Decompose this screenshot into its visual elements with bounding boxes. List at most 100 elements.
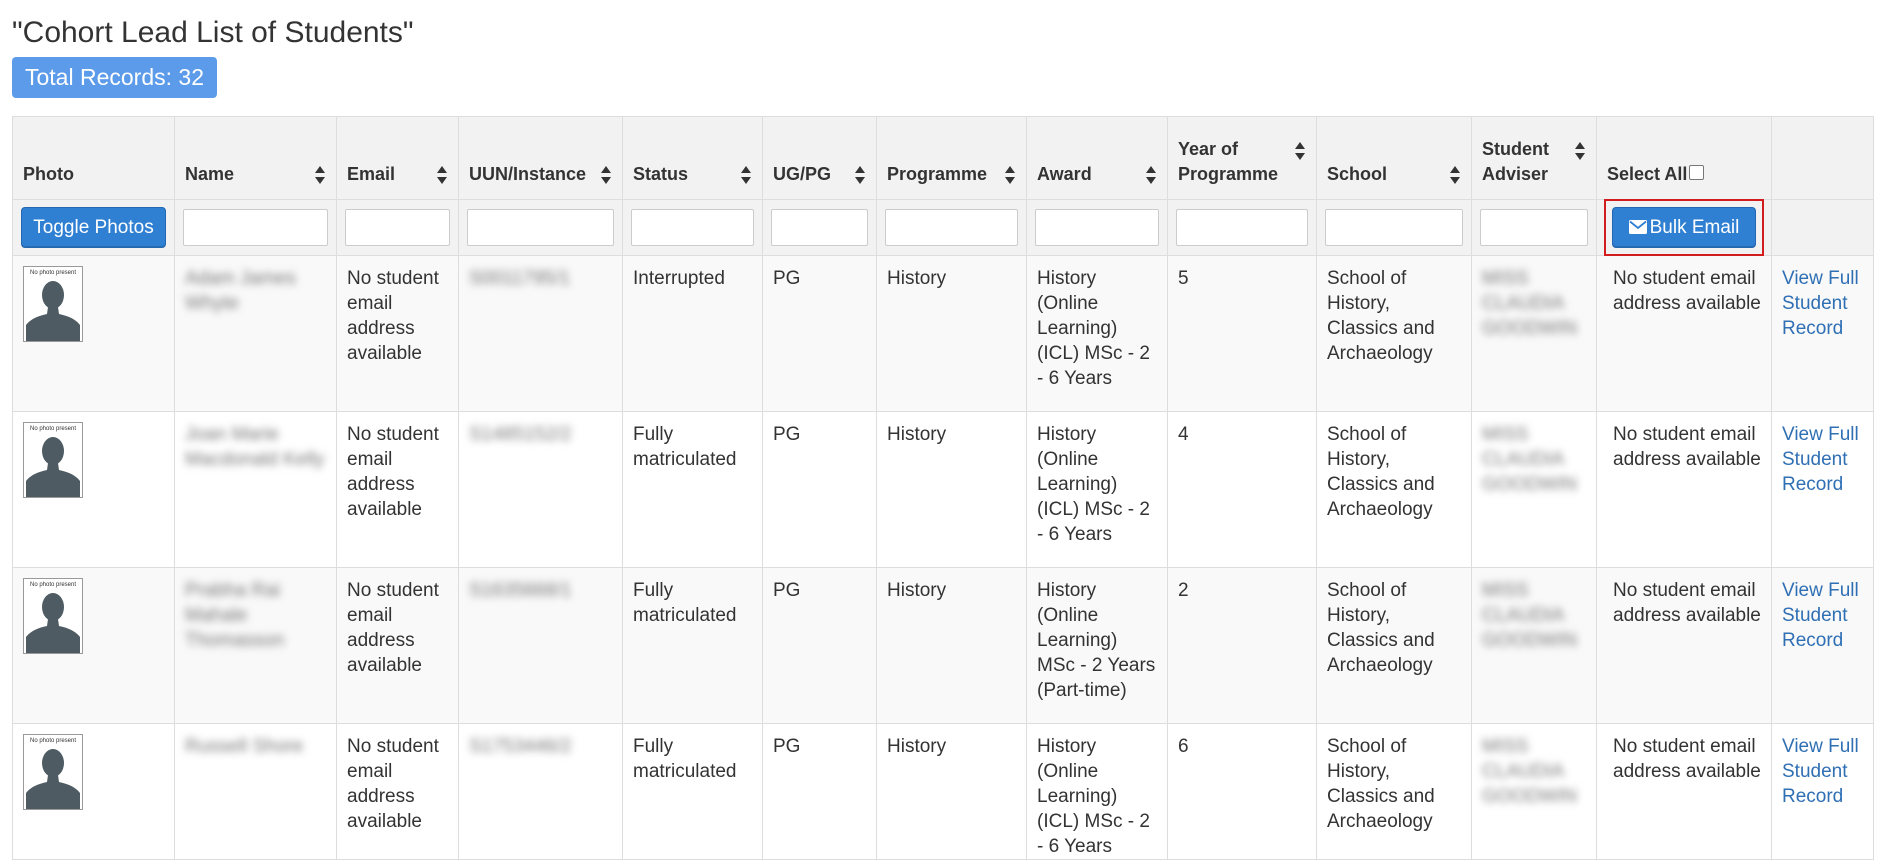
view-record-link[interactable]: View Full Student Record [1782, 580, 1859, 651]
student-photo[interactable]: No photo present [23, 422, 83, 498]
filter-cell [762, 199, 877, 256]
school-cell: School of History, Classics and Archaeol… [1316, 411, 1472, 568]
student-photo[interactable]: No photo present [23, 578, 83, 654]
sort-icon[interactable] [1145, 165, 1157, 185]
school-cell: School of History, Classics and Archaeol… [1316, 567, 1472, 724]
email-text: No student email address available [347, 580, 439, 676]
col-header-select-all: Select All [1596, 116, 1772, 200]
status-cell: Fully matriculated [622, 567, 763, 724]
uun-text: S0011795/1 [469, 268, 571, 289]
year-text: 6 [1178, 736, 1189, 757]
col-header-ugpg[interactable]: UG/PG [762, 116, 877, 200]
award-cell: History (Online Learning)(ICL) MSc - 2 -… [1026, 411, 1168, 568]
view-record-link[interactable]: View Full Student Record [1782, 736, 1859, 807]
student-name: Joan Marie Macdonald Kelly [185, 424, 325, 470]
col-header-uun[interactable]: UUN/Instance [458, 116, 623, 200]
ugpg-text: PG [773, 736, 801, 757]
programme-filter-input[interactable] [885, 209, 1018, 246]
student-photo[interactable]: No photo present [23, 266, 83, 342]
bulk-email-button[interactable]: Bulk Email [1611, 207, 1757, 248]
col-header-programme[interactable]: Programme [876, 116, 1027, 200]
sort-icon[interactable] [740, 165, 752, 185]
award-cell: History (Online Learning)(ICL) MSc - 2 -… [1026, 723, 1168, 860]
email-filter-input[interactable] [345, 209, 450, 246]
ugpg-filter-input[interactable] [771, 209, 868, 246]
email-status-text: No student email address available [1613, 736, 1761, 782]
toggle-photos-cell: Toggle Photos [12, 199, 175, 256]
ugpg-cell: PG [762, 411, 877, 568]
col-header-name[interactable]: Name [174, 116, 337, 200]
uun-cell: S1753446/2 [458, 723, 623, 860]
bulk-email-label: Bulk Email [1649, 216, 1740, 238]
sort-icon[interactable] [314, 165, 326, 185]
school-cell: School of History, Classics and Archaeol… [1316, 723, 1472, 860]
uun-filter-input[interactable] [467, 209, 614, 246]
filter-row: Toggle Photos Bulk Email [12, 199, 1874, 256]
status-filter-input[interactable] [631, 209, 754, 246]
email-text: No student email address available [347, 736, 439, 832]
sort-icon[interactable] [1449, 165, 1461, 185]
toggle-photos-button[interactable]: Toggle Photos [21, 207, 166, 248]
uun-text: S1635668/1 [469, 580, 572, 601]
award-cell: History (Online Learning) MSc - 2 Years … [1026, 567, 1168, 724]
view-record-link[interactable]: View Full Student Record [1782, 424, 1859, 495]
year-text: 5 [1178, 268, 1189, 289]
avatar-placeholder-icon: No photo present [26, 270, 80, 341]
award-text: History (Online Learning)(ICL) MSc - 2 -… [1037, 268, 1150, 389]
photo-cell: No photo present [12, 255, 175, 412]
email-text: No student email address available [347, 424, 439, 520]
sort-icon[interactable] [436, 165, 448, 185]
school-cell: School of History, Classics and Archaeol… [1316, 255, 1472, 412]
photo-cell: No photo present [12, 411, 175, 568]
name-cell: Joan Marie Macdonald Kelly [174, 411, 337, 568]
year-text: 2 [1178, 580, 1189, 601]
school-text: School of History, Classics and Archaeol… [1327, 736, 1435, 832]
col-header-adviser[interactable]: Student Adviser [1471, 116, 1597, 200]
name-cell: Russell Shore [174, 723, 337, 860]
header-label: Select All [1607, 164, 1688, 184]
sort-icon[interactable] [1294, 141, 1306, 161]
sort-icon[interactable] [1574, 141, 1586, 161]
record-link-cell: View Full Student Record [1771, 567, 1874, 724]
school-filter-input[interactable] [1325, 209, 1463, 246]
email-cell: No student email address available [336, 411, 459, 568]
name-cell: Prabha Rai Mahale Thomasson [174, 567, 337, 724]
email-status-text: No student email address available [1613, 424, 1761, 470]
col-header-award[interactable]: Award [1026, 116, 1168, 200]
sort-icon[interactable] [854, 165, 866, 185]
year-filter-input[interactable] [1176, 209, 1308, 246]
no-photo-label: No photo present [30, 738, 76, 744]
adviser-text: MISS CLAUDIA GOODWIN [1482, 580, 1577, 651]
year-cell: 6 [1167, 723, 1317, 860]
filter-cell [458, 199, 623, 256]
name-filter-input[interactable] [183, 209, 328, 246]
col-header-school[interactable]: School [1316, 116, 1472, 200]
col-header-year[interactable]: Year of Programme [1167, 116, 1317, 200]
year-cell: 4 [1167, 411, 1317, 568]
student-name: Prabha Rai Mahale Thomasson [185, 580, 285, 651]
table-row: No photo present Prabha Rai Mahale Thoma… [12, 567, 1874, 724]
sort-icon[interactable] [600, 165, 612, 185]
filter-cell [1026, 199, 1168, 256]
uun-text: S1485152/2 [469, 424, 572, 445]
student-name: Russell Shore [185, 736, 304, 757]
adviser-text: MISS CLAUDIA GOODWIN [1482, 268, 1577, 339]
year-cell: 5 [1167, 255, 1317, 412]
col-header-status[interactable]: Status [622, 116, 763, 200]
email-status-text: No student email address available [1613, 580, 1761, 626]
status-text: Fully matriculated [633, 736, 737, 782]
programme-cell: History [876, 255, 1027, 412]
email-cell: No student email address available [336, 567, 459, 724]
award-filter-input[interactable] [1035, 209, 1159, 246]
col-header-email[interactable]: Email [336, 116, 459, 200]
bulk-email-cell: Bulk Email [1596, 199, 1772, 256]
total-records-badge: Total Records: 32 [12, 57, 217, 98]
ugpg-text: PG [773, 268, 801, 289]
select-all-checkbox[interactable] [1689, 165, 1705, 180]
adviser-filter-input[interactable] [1480, 209, 1588, 246]
view-record-link[interactable]: View Full Student Record [1782, 268, 1859, 339]
email-status-cell: No student email address available [1596, 255, 1772, 412]
sort-icon[interactable] [1004, 165, 1016, 185]
student-photo[interactable]: No photo present [23, 734, 83, 810]
ugpg-text: PG [773, 580, 801, 601]
